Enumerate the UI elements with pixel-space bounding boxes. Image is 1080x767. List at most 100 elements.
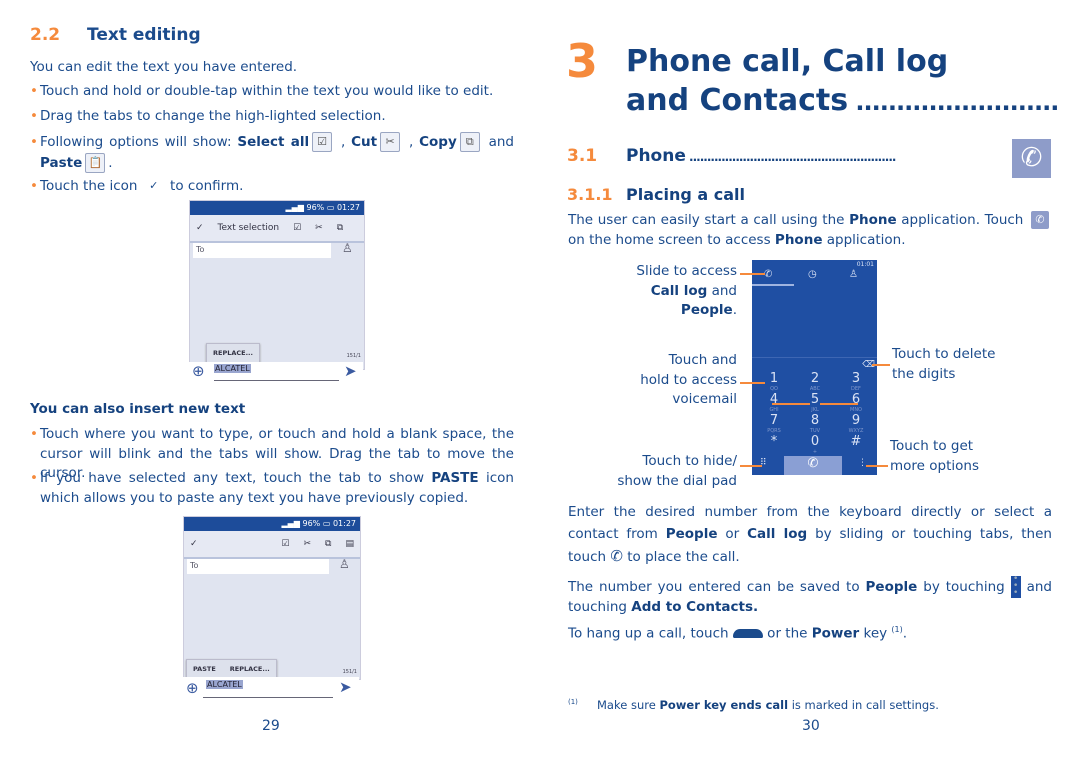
text: by touching	[917, 579, 1011, 595]
replace-popup[interactable]: REPLACE...	[206, 343, 260, 363]
dial-key[interactable]: *	[754, 435, 794, 449]
text: show the dial pad	[617, 472, 737, 489]
text: Phone	[626, 146, 686, 166]
callout-line	[740, 273, 765, 275]
compose-bar: ⊕ ALCATEL ➤	[189, 362, 363, 386]
dial-key[interactable]: 0	[795, 435, 835, 449]
subsection-number: 3.1.1	[567, 185, 613, 204]
subsection-title: Placing a call	[626, 185, 746, 204]
bullet: If you have selected any text, touch the…	[30, 469, 514, 508]
text: The user can easily start a call using t…	[568, 212, 850, 228]
callout-dialpad: Touch to hide/show the dial pad	[617, 452, 737, 491]
callout-more: Touch to get more options	[890, 437, 979, 476]
text: .	[732, 302, 737, 318]
check-icon[interactable]: ✓	[196, 223, 204, 233]
cut-icon[interactable]: ✂	[304, 539, 312, 549]
dot-leader: ........................................…	[685, 150, 896, 164]
footnote-mark: (1)	[568, 698, 578, 706]
dial-key[interactable]: #	[836, 435, 876, 449]
bullet: Drag the tabs to change the high-lighted…	[30, 107, 514, 127]
chapter-title-line1: Phone call, Call log	[626, 44, 949, 79]
add-icon[interactable]: ⊕	[186, 679, 199, 697]
send-icon[interactable]: ➤	[339, 678, 352, 696]
text: application.	[822, 231, 906, 248]
call-button[interactable]: ✆	[784, 456, 842, 475]
check-icon: ✓	[149, 179, 159, 192]
text: .	[902, 625, 908, 642]
dial-key[interactable]: 8	[795, 414, 835, 428]
people-tab-icon[interactable]: ♙	[849, 269, 858, 280]
text: Call log	[650, 282, 708, 299]
text: People	[680, 302, 733, 318]
copy-icon[interactable]: ⧉	[325, 539, 331, 549]
add-contact-icon[interactable]: ♙	[339, 557, 350, 571]
dial-key[interactable]: 7	[754, 414, 794, 428]
paste-icon[interactable]: ▤	[345, 539, 354, 549]
dial-key-letters: +	[812, 449, 818, 455]
text: on the home screen to access	[568, 231, 775, 248]
copy-icon[interactable]: ⧉	[337, 223, 343, 233]
replace-button[interactable]: REPLACE...	[230, 665, 270, 673]
dial-key[interactable]: 3	[836, 372, 876, 386]
call-log-tab-icon[interactable]: ◷	[808, 269, 817, 280]
time: 01:27	[336, 203, 360, 212]
call-icon: ✆	[610, 547, 623, 565]
toolbar: ✓ ☑ ✂ ⧉ ▤	[184, 531, 360, 559]
paste-label: Paste	[40, 155, 83, 171]
text: to confirm.	[165, 178, 244, 194]
text: Touch the icon	[40, 178, 142, 194]
text-underline	[214, 380, 339, 381]
text: or the	[762, 625, 812, 642]
paste-label: PASTE	[431, 470, 479, 486]
text: hold to access	[640, 371, 737, 388]
text: to place the call.	[622, 549, 740, 565]
text: If you have selected any text, touch the…	[40, 470, 432, 486]
text: the digits	[892, 365, 956, 382]
select-all-icon[interactable]: ☑	[281, 539, 289, 549]
cut-icon: ✂	[380, 132, 401, 152]
check-icon[interactable]: ✓	[190, 539, 198, 549]
to-field[interactable]: To	[193, 243, 331, 258]
text: Make sure	[597, 698, 660, 712]
intro-text: You can edit the text you have entered.	[30, 59, 298, 75]
add-contact-icon[interactable]: ♙	[342, 241, 353, 255]
paragraph: The user can easily start a call using t…	[568, 211, 1052, 250]
subheading: You can also insert new text	[30, 401, 246, 417]
callout-voicemail: Touch and hold to access voicemail	[640, 351, 737, 410]
paste-popup: PASTE REPLACE...	[186, 659, 277, 679]
select-all-label: Select all	[237, 134, 310, 150]
selected-text: ALCATEL	[206, 680, 243, 689]
text: Power	[811, 625, 860, 642]
compose-bar: ⊕ ALCATEL ➤	[183, 677, 359, 703]
to-field[interactable]: To	[187, 559, 329, 574]
toolbar: ✓ Text selection ☑ ✂ ⧉	[190, 215, 364, 243]
footnote-ref: (1)	[891, 625, 903, 634]
text: Following options will show:	[40, 134, 238, 150]
section-number: 3.1	[567, 146, 598, 166]
callout-line	[740, 465, 762, 467]
text: To hang up a call, touch	[568, 625, 733, 642]
dial-key[interactable]: 9	[836, 414, 876, 428]
text: Touch to delete	[892, 346, 996, 362]
text: ,	[403, 134, 420, 150]
cut-icon[interactable]: ✂	[315, 223, 323, 233]
chapter-title-line2: and Contacts .........................	[626, 83, 1059, 118]
phone-tab-icon[interactable]: ✆	[764, 269, 772, 280]
select-all-icon[interactable]: ☑	[293, 223, 301, 233]
dial-key[interactable]: 2	[795, 372, 835, 386]
send-icon[interactable]: ➤	[344, 362, 357, 380]
callout-slide: Slide to access Call log and People.	[636, 262, 737, 321]
dot-leader: .........................	[848, 88, 1059, 116]
paste-button[interactable]: PASTE	[193, 665, 216, 673]
battery: 96%	[302, 519, 321, 528]
time: 01:27	[332, 519, 356, 528]
text: and Contacts	[626, 83, 849, 118]
paste-icon: 📋	[85, 153, 106, 173]
text: more options	[890, 457, 979, 474]
callout-line	[866, 465, 888, 467]
bullet: Touch the icon ✓ to confirm.	[30, 177, 514, 197]
text: or	[717, 526, 748, 542]
callout-line	[740, 382, 765, 384]
page-number: 30	[802, 718, 820, 734]
add-icon[interactable]: ⊕	[192, 362, 205, 380]
